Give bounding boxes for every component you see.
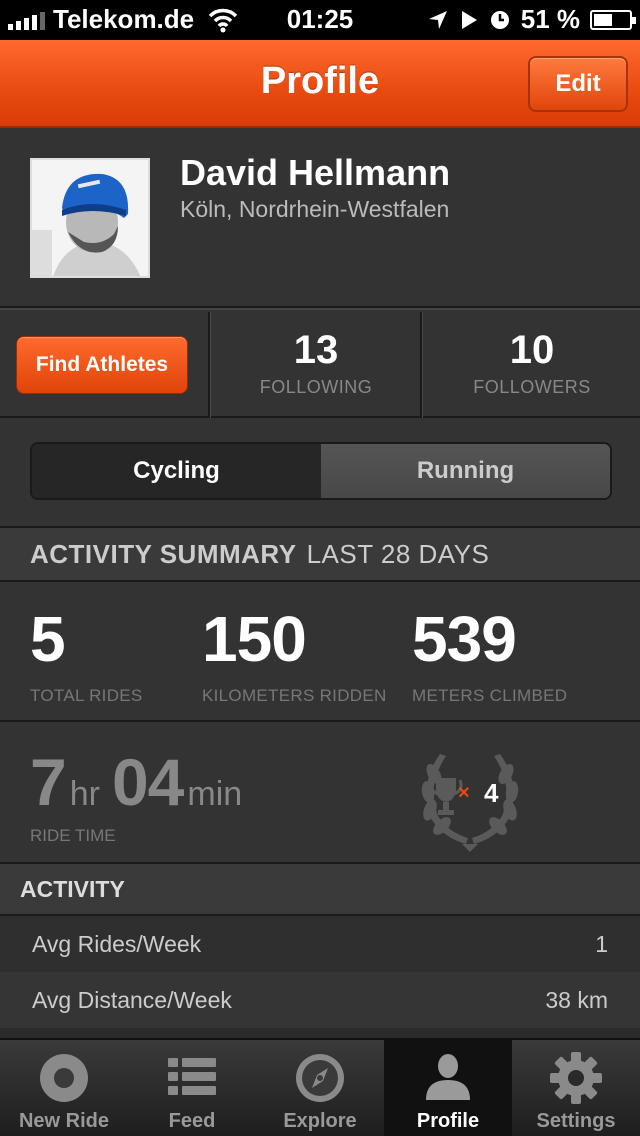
- kilometers-stat: 150 KILOMETERS RIDDEN: [202, 604, 387, 706]
- activity-row-label: Avg Distance/Week: [32, 986, 232, 1013]
- edit-button[interactable]: Edit: [528, 56, 628, 112]
- play-icon: [461, 10, 477, 29]
- battery-icon: [590, 9, 636, 30]
- activity-row-value: 38 km: [545, 986, 608, 1013]
- segment-running[interactable]: Running: [321, 444, 610, 498]
- status-bar: Telekom.de 01:25 51 %: [0, 0, 640, 40]
- record-icon: [40, 1054, 88, 1102]
- alarm-clock-icon: [490, 10, 509, 29]
- tab-new-ride[interactable]: New Ride: [0, 1040, 128, 1136]
- profile-location: Köln, Nordrhein-Westfalen: [180, 196, 450, 222]
- trophy-count: 4: [484, 778, 499, 808]
- tab-bar: New Ride Feed Explore Profile Settings: [0, 1038, 640, 1136]
- trophy-multiplier: ×: [458, 782, 470, 804]
- battery-percent: 51 %: [520, 4, 580, 34]
- location-arrow-icon: [428, 10, 447, 29]
- meters-climbed-stat: 539 METERS CLIMBED: [412, 604, 567, 706]
- tab-label: Settings: [536, 1110, 616, 1132]
- ride-minutes: 04: [111, 745, 184, 819]
- activity-row: Avg Rides/Week 1: [0, 916, 640, 972]
- find-athletes-button[interactable]: Find Athletes: [16, 336, 188, 394]
- tab-explore[interactable]: Explore: [256, 1040, 384, 1136]
- divider: [420, 312, 423, 418]
- laurel-trophy-icon[interactable]: [410, 734, 530, 854]
- activity-row-label: Avg Rides/Week: [32, 930, 202, 957]
- social-stats-row: Find Athletes 13 FOLLOWING 10 FOLLOWERS: [0, 308, 640, 418]
- followers-stat[interactable]: 10 FOLLOWERS: [424, 310, 640, 418]
- person-icon: [426, 1054, 470, 1100]
- navigation-bar: Profile Edit: [0, 40, 640, 128]
- following-label: FOLLOWING: [259, 377, 373, 397]
- kilometers-value: 150: [202, 603, 307, 675]
- tab-profile[interactable]: Profile: [384, 1040, 512, 1136]
- list-icon: [168, 1058, 216, 1095]
- divider: [208, 312, 211, 418]
- followers-label: FOLLOWERS: [473, 377, 591, 397]
- meters-climbed-value: 539: [412, 603, 517, 675]
- following-count: 13: [293, 328, 339, 372]
- kilometers-label: KILOMETERS RIDDEN: [202, 686, 387, 705]
- activity-row: Avg Distance/Week 38 km: [0, 972, 640, 1028]
- tab-label: Explore: [283, 1110, 357, 1132]
- tab-label: Profile: [416, 1110, 480, 1132]
- summary-period: LAST 28 DAYS: [306, 538, 490, 569]
- following-stat[interactable]: 13 FOLLOWING: [212, 310, 420, 418]
- activity-row-value: 1: [595, 930, 608, 957]
- activity-section-header: ACTIVITY: [0, 864, 640, 916]
- avatar-photo: [32, 160, 148, 276]
- hours-unit: hr: [69, 775, 100, 813]
- gear-icon: [550, 1052, 602, 1104]
- total-rides-stat: 5 TOTAL RIDES: [30, 604, 143, 706]
- total-rides-label: TOTAL RIDES: [30, 686, 143, 705]
- meters-climbed-label: METERS CLIMBED: [412, 686, 568, 705]
- followers-count: 10: [509, 328, 555, 372]
- tab-settings[interactable]: Settings: [512, 1040, 640, 1136]
- summary-title: ACTIVITY SUMMARY: [30, 538, 297, 569]
- segment-cycling[interactable]: Cycling: [32, 444, 321, 498]
- profile-name: David Hellmann: [180, 152, 451, 193]
- avatar[interactable]: [30, 158, 150, 278]
- sport-segmented-control: Cycling Running: [30, 442, 612, 500]
- minutes-unit: min: [187, 775, 243, 813]
- total-rides-value: 5: [30, 603, 66, 675]
- sport-segment-area: Cycling Running: [0, 418, 640, 528]
- ride-hours: 7: [30, 745, 67, 819]
- tab-feed[interactable]: Feed: [128, 1040, 256, 1136]
- ride-time-section: 7 hr 04 min RIDE TIME × 4: [0, 722, 640, 864]
- profile-header: David Hellmann Köln, Nordrhein-Westfalen: [0, 128, 640, 308]
- tab-label: Feed: [168, 1110, 216, 1132]
- ride-time-value: 7 hr 04 min: [30, 744, 254, 820]
- tab-label: New Ride: [18, 1110, 110, 1132]
- summary-stats: 5 TOTAL RIDES 150 KILOMETERS RIDDEN 539 …: [0, 582, 640, 722]
- activity-summary-header: ACTIVITY SUMMARY LAST 28 DAYS: [0, 528, 640, 582]
- ride-time-label: RIDE TIME: [30, 826, 116, 845]
- compass-icon: [296, 1054, 344, 1102]
